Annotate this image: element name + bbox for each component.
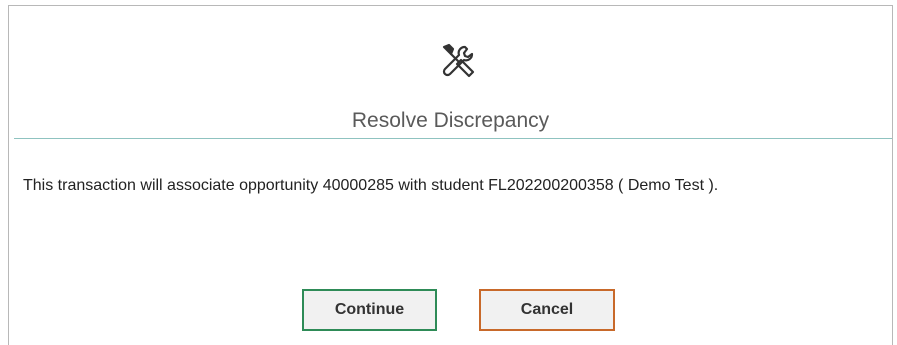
dialog-title: Resolve Discrepancy — [351, 109, 550, 132]
continue-button[interactable]: Continue — [302, 289, 437, 331]
dialog-message: This transaction will associate opportun… — [23, 177, 719, 194]
cancel-button[interactable]: Cancel — [479, 289, 615, 331]
resolve-discrepancy-dialog: Resolve Discrepancy This transaction wil… — [8, 5, 893, 345]
title-divider — [14, 138, 892, 139]
tools-icon — [439, 42, 477, 80]
